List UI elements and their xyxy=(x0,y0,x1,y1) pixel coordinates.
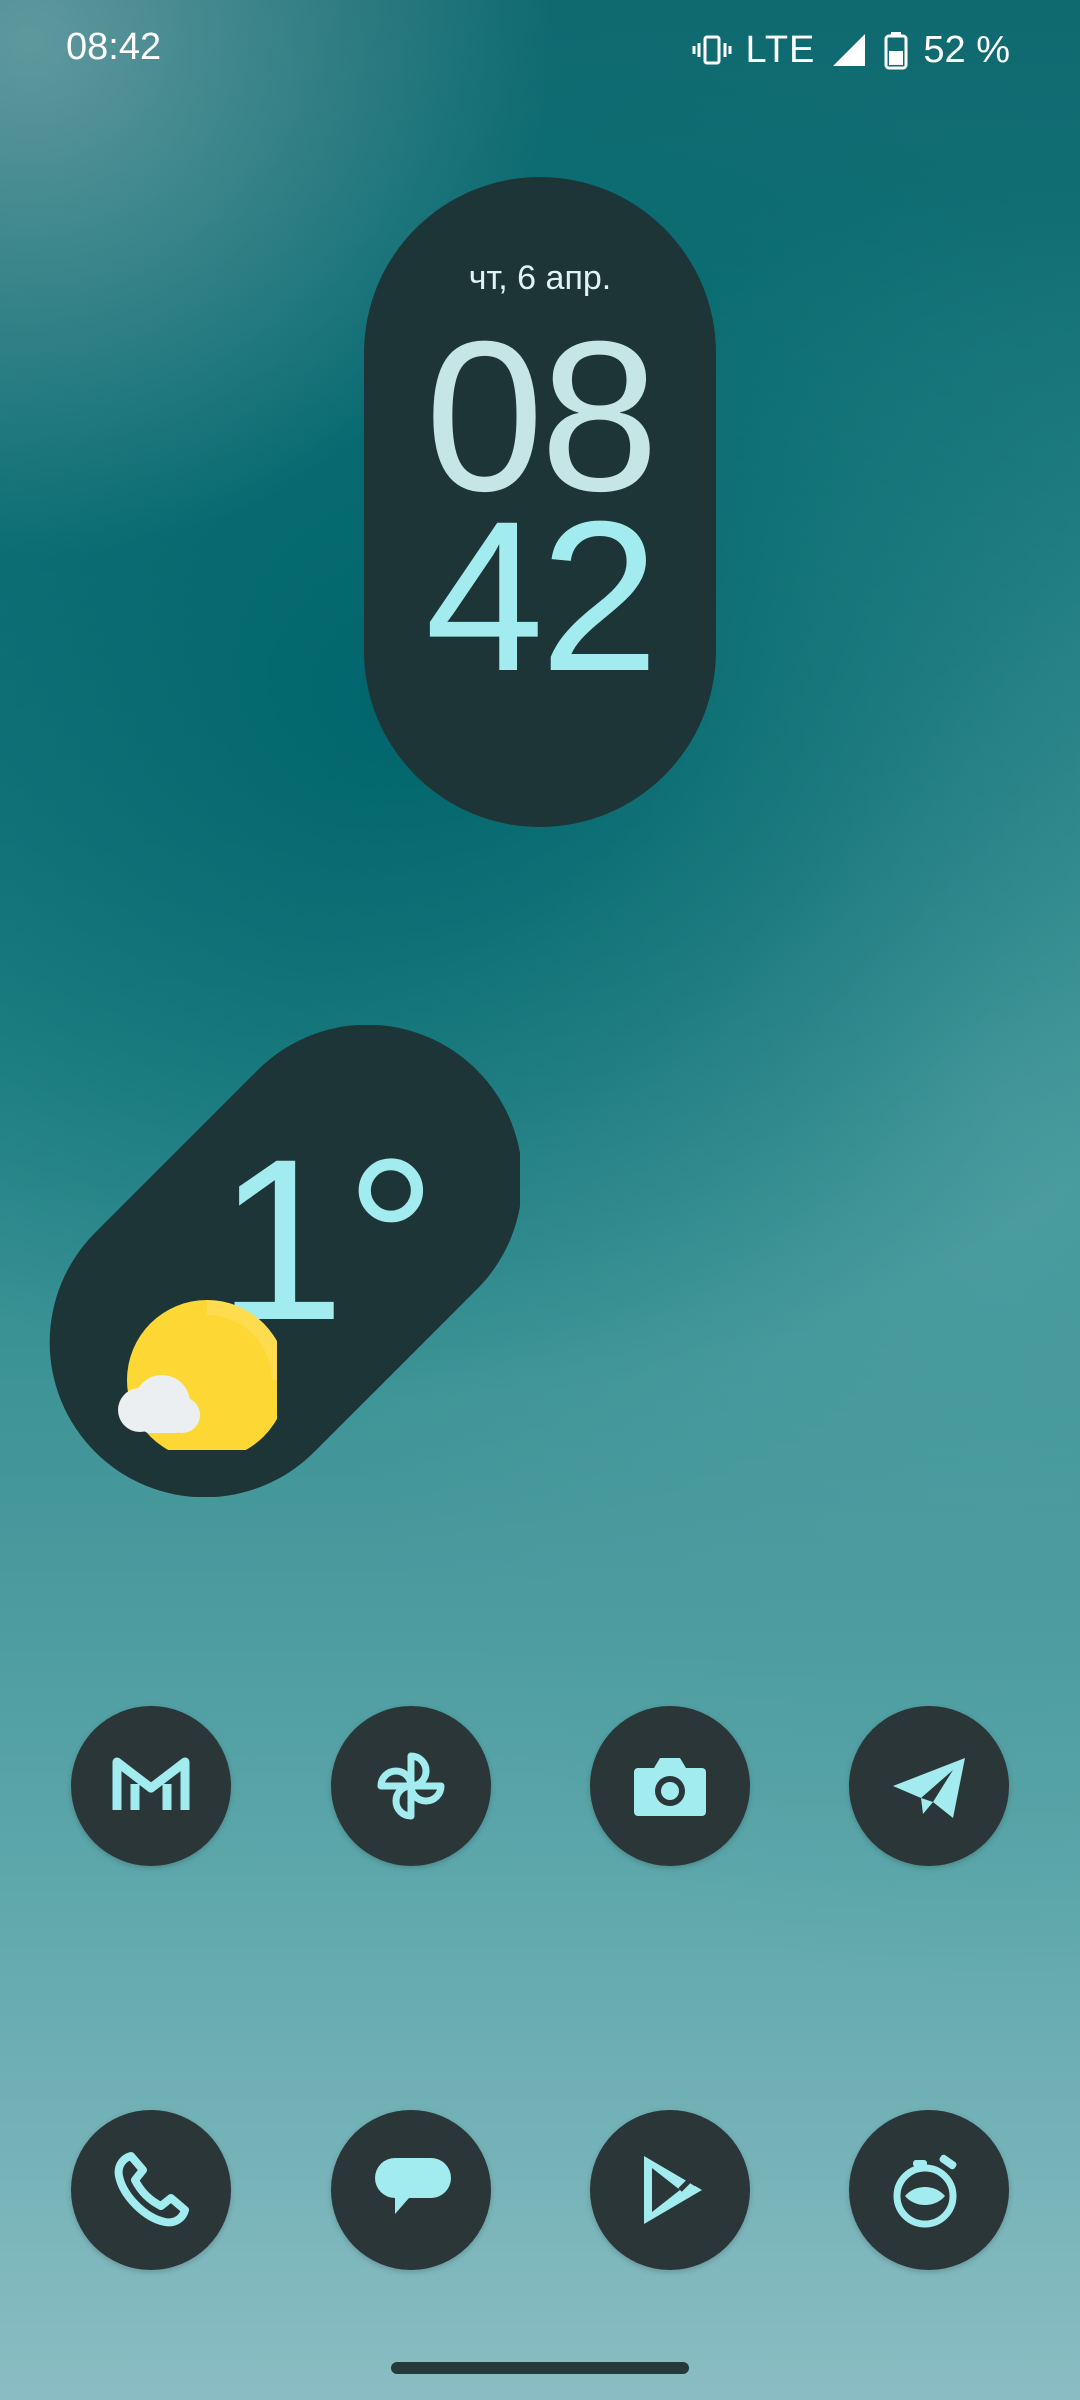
timer-icon xyxy=(893,2154,957,2228)
pinwheel-app-button[interactable] xyxy=(331,1706,491,1866)
vibrate-icon xyxy=(692,30,732,70)
gesture-nav-handle[interactable] xyxy=(391,2362,689,2374)
network-type: LTE xyxy=(745,28,816,71)
phone-app-button[interactable] xyxy=(71,2110,231,2270)
clock-minutes: 42 xyxy=(424,477,659,716)
weather-widget[interactable]: 1° xyxy=(42,1025,520,1497)
clock-widget[interactable]: чт, 6 апр. 08 42 xyxy=(364,177,716,827)
battery-icon xyxy=(883,30,909,70)
play-store-app-button[interactable] xyxy=(590,2110,750,2270)
status-bar: 08:42 LTE 52 % xyxy=(0,0,1080,100)
status-time: 08:42 xyxy=(66,26,162,68)
phone-icon xyxy=(114,2152,189,2227)
camera-icon xyxy=(634,1758,706,1816)
clock-date: чт, 6 апр. xyxy=(468,259,612,297)
gmail-app-button[interactable] xyxy=(71,1706,231,1866)
camera-app-button[interactable] xyxy=(590,1706,750,1866)
play-store-icon xyxy=(644,2156,702,2224)
pinwheel-icon xyxy=(377,1752,445,1820)
telegram-app-button[interactable] xyxy=(849,1706,1009,1866)
signal-icon xyxy=(829,30,869,70)
battery-percent: 52 % xyxy=(923,28,1010,71)
timer-app-button[interactable] xyxy=(849,2110,1009,2270)
status-icons: LTE 52 % xyxy=(692,24,1010,76)
sun-with-cloud-icon xyxy=(118,1300,277,1450)
messages-icon xyxy=(375,2158,451,2214)
gmail-icon xyxy=(112,1757,190,1810)
messages-app-button[interactable] xyxy=(331,2110,491,2270)
telegram-icon xyxy=(893,1758,965,1818)
